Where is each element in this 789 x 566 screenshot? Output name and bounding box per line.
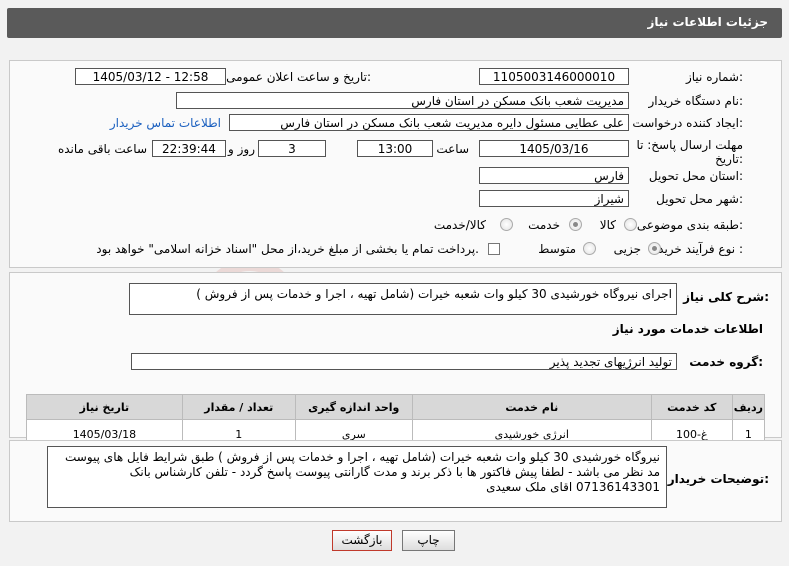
- service-group-field: تولید انرژیهای تجدید پذیر: [131, 353, 677, 370]
- col-code-header: کد خدمت: [650, 394, 733, 420]
- col-row-header: ردیف: [731, 394, 766, 420]
- remaining-label: ساعت باقی مانده: [57, 142, 147, 156]
- days-field: 3: [258, 140, 326, 157]
- deadline-time-field: 13:00: [357, 140, 433, 157]
- buyer-notes-label: توضیحات خریدار:: [667, 472, 769, 486]
- col-unit-header: واحد اندازه گیری: [294, 394, 413, 420]
- process-label: نوع فرآیند خرید :: [658, 242, 743, 256]
- process-radio-minor[interactable]: [648, 242, 661, 255]
- need-number-field: 1105003146000010: [479, 68, 629, 85]
- back-button[interactable]: بازگشت: [332, 530, 392, 551]
- page-title-bar: جزئیات اطلاعات نیاز: [7, 8, 782, 38]
- category-option-service: خدمت: [528, 218, 560, 232]
- summary-field: اجرای نیروگاه خورشیدی 30 کیلو وات شعبه خ…: [129, 283, 677, 315]
- treasury-note: پرداخت تمام یا بخشی از مبلغ خرید،از محل …: [96, 242, 479, 256]
- category-radio-goods[interactable]: [624, 218, 637, 231]
- print-button[interactable]: چاپ: [402, 530, 455, 551]
- days-label: روز و: [228, 142, 255, 156]
- category-radio-service[interactable]: [569, 218, 582, 231]
- process-option-minor: جزیی: [613, 242, 641, 256]
- province-field: فارس: [479, 167, 629, 184]
- category-radio-goods-service[interactable]: [500, 218, 513, 231]
- deadline-time-label: ساعت: [436, 142, 469, 156]
- remaining-time-field: 22:39:44: [152, 140, 226, 157]
- deadline-label: مهلت ارسال پاسخ: تا تاریخ:: [636, 138, 743, 166]
- buyer-notes-field: نیروگاه خورشیدی 30 کیلو وات شعبه خیرات (…: [47, 446, 667, 508]
- treasury-checkbox[interactable]: [488, 243, 500, 255]
- announce-label: تاریخ و ساعت اعلان عمومی:: [226, 70, 371, 84]
- col-date-header: تاریخ نیاز: [26, 394, 183, 420]
- buyer-org-label: نام دستگاه خریدار:: [648, 94, 744, 108]
- need-number-label: شماره نیاز:: [685, 70, 743, 84]
- services-heading: اطلاعات خدمات مورد نیاز: [612, 322, 763, 336]
- creator-label: ایجاد کننده درخواست:: [632, 116, 743, 130]
- col-qty-header: تعداد / مقدار: [181, 394, 296, 420]
- process-option-medium: متوسط: [538, 242, 576, 256]
- city-field: شیراز: [479, 190, 629, 207]
- contact-info-link[interactable]: اطلاعات تماس خریدار: [110, 116, 221, 130]
- city-label: شهر محل تحویل:: [656, 192, 743, 206]
- category-option-goods: کالا: [599, 218, 616, 232]
- table-header-row: ردیف کد خدمت نام خدمت واحد اندازه گیری ت…: [26, 394, 766, 420]
- category-option-goods-service: کالا/خدمت: [433, 218, 486, 232]
- province-label: استان محل تحویل:: [648, 169, 743, 183]
- announce-field: 1405/03/12 - 12:58: [75, 68, 226, 85]
- summary-label: شرح کلی نیاز:: [683, 290, 769, 304]
- buyer-org-field: مدیریت شعب بانک مسکن در استان فارس: [176, 92, 629, 109]
- category-label: طبقه بندی موضوعی:: [636, 218, 743, 232]
- service-group-label: گروه خدمت:: [689, 355, 763, 369]
- page-title: جزئیات اطلاعات نیاز: [647, 15, 768, 29]
- creator-field: علی عطایی مسئول دایره مدیریت شعب بانک مس…: [229, 114, 629, 131]
- deadline-date-field: 1405/03/16: [479, 140, 629, 157]
- col-name-header: نام خدمت: [411, 394, 652, 420]
- process-radio-medium[interactable]: [583, 242, 596, 255]
